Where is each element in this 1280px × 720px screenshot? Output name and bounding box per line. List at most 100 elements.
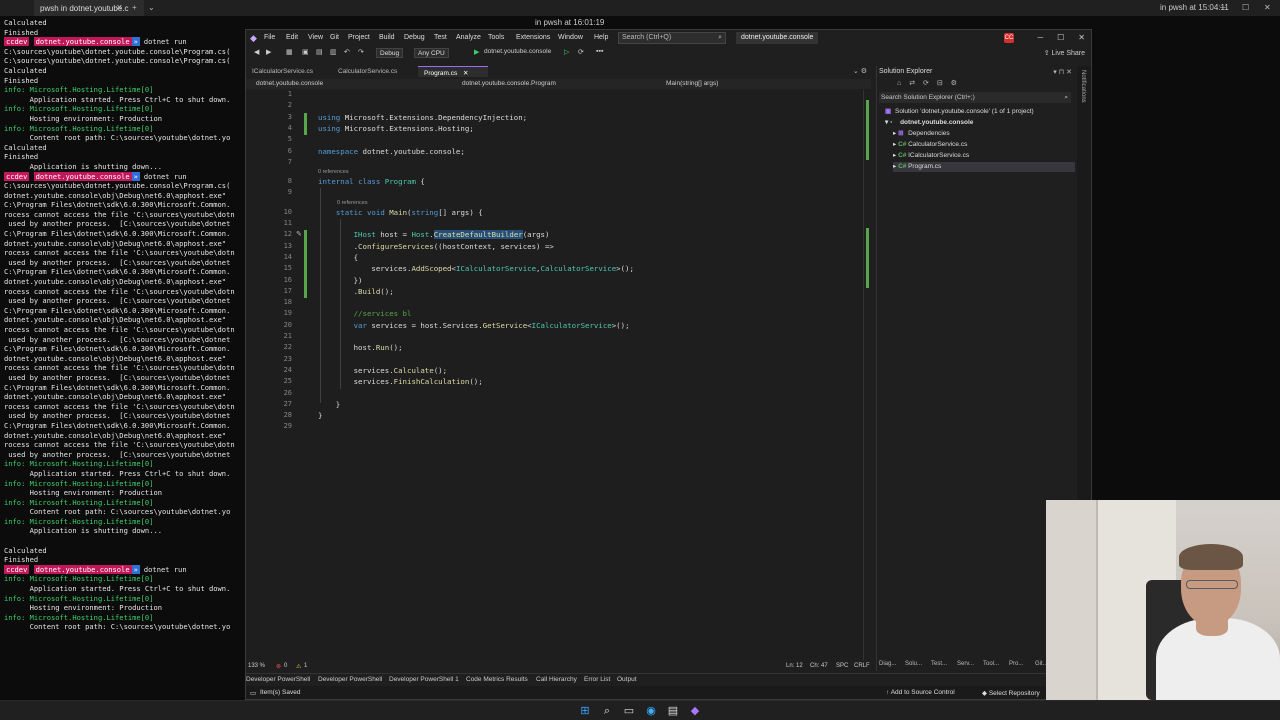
- run-target[interactable]: dotnet.youtube.console: [484, 48, 551, 55]
- file-node-calculatorservice[interactable]: ▸ C# CalculatorService.cs: [893, 140, 967, 150]
- menu-git[interactable]: Git: [330, 34, 339, 41]
- pane-options-icon[interactable]: ▾ ⊓ ✕: [1053, 68, 1072, 76]
- menu-view[interactable]: View: [308, 34, 323, 41]
- code-line[interactable]: .ConfigureServices((hostContext, service…: [318, 242, 554, 251]
- code-line[interactable]: internal class Program {: [318, 177, 425, 186]
- error-icon[interactable]: ⊗: [276, 663, 281, 670]
- search-input[interactable]: Search (Ctrl+Q) ⌕: [618, 32, 726, 44]
- code-line[interactable]: .Build();: [318, 287, 394, 296]
- tab-calculatorservice[interactable]: CalculatorService.cs: [332, 66, 403, 77]
- code-line[interactable]: {: [318, 253, 358, 262]
- terminal-icon[interactable]: ▤: [666, 704, 680, 718]
- user-badge[interactable]: CC: [1004, 33, 1014, 43]
- hot-reload-icon[interactable]: ⟳: [578, 48, 584, 56]
- notifications-label[interactable]: Notifications: [1080, 70, 1086, 103]
- panel-tab-2[interactable]: Test...: [931, 661, 947, 667]
- code-line[interactable]: services.Calculate();: [318, 366, 447, 375]
- run-icon[interactable]: ▶: [474, 48, 479, 56]
- add-to-source-control[interactable]: ↑ Add to Source Control: [886, 689, 955, 696]
- tab-overflow-icon[interactable]: ⌄ ⚙: [853, 67, 867, 75]
- menu-window[interactable]: Window: [558, 34, 583, 41]
- refresh-icon[interactable]: ⟳: [923, 80, 929, 87]
- search-icon[interactable]: ⌕: [600, 704, 614, 718]
- run-without-debug-icon[interactable]: ▷: [564, 48, 569, 56]
- editor-scrollbar[interactable]: [863, 90, 871, 660]
- solution-search-input[interactable]: Search Solution Explorer (Ctrl+;) ⌕: [879, 92, 1071, 103]
- indent-mode[interactable]: SPC: [836, 663, 848, 669]
- chevron-down-icon[interactable]: ⌄: [148, 3, 155, 12]
- menu-debug[interactable]: Debug: [404, 34, 425, 41]
- bottom-tab-developer-powershell[interactable]: Developer PowerShell: [246, 676, 310, 683]
- file-node-icalculatorservice[interactable]: ▸ C# ICalculatorService.cs: [893, 151, 969, 161]
- collapse-icon[interactable]: ⊟: [937, 80, 943, 87]
- code-line[interactable]: using Microsoft.Extensions.DependencyInj…: [318, 113, 527, 122]
- close-tab-icon[interactable]: ✕: [463, 70, 468, 77]
- menu-file[interactable]: File: [264, 34, 275, 41]
- zoom-level[interactable]: 133 %: [248, 663, 265, 669]
- forward-icon[interactable]: ▶: [266, 48, 271, 56]
- new-item-icon[interactable]: ▦: [286, 48, 293, 56]
- terminal-tab[interactable]: pwsh in dotnet.youtube.c: [34, 0, 144, 16]
- bottom-tab-error-list[interactable]: Error List: [584, 676, 610, 683]
- visual-studio-icon[interactable]: ◆: [688, 704, 702, 718]
- bottom-tab-call-hierarchy[interactable]: Call Hierarchy: [536, 676, 577, 683]
- panel-tab-1[interactable]: Solu...: [905, 661, 922, 667]
- save-all-icon[interactable]: ▥: [330, 48, 337, 56]
- close-window-icon[interactable]: ✕: [1264, 3, 1271, 12]
- tools-icon[interactable]: ▪▪▪: [596, 48, 603, 55]
- code-editor[interactable]: 1 2 3 using Microsoft.Extensions.Dependency…: [246, 90, 871, 660]
- menu-extensions[interactable]: Extensions: [516, 34, 550, 41]
- live-share-button[interactable]: ⇪ Live Share: [1044, 49, 1085, 57]
- select-repository[interactable]: ◆ Select Repository: [982, 689, 1040, 697]
- code-line[interactable]: services.FinishCalculation();: [318, 377, 483, 386]
- open-icon[interactable]: ▣: [302, 48, 309, 56]
- minimize-icon[interactable]: ─: [1037, 33, 1043, 42]
- back-icon[interactable]: ◀: [254, 48, 259, 56]
- panel-tab-5[interactable]: Pro...: [1009, 661, 1023, 667]
- menu-analyze[interactable]: Analyze: [456, 34, 481, 41]
- terminal-pane[interactable]: Calculated Finished ccdev dotnet.youtube.c…: [0, 18, 242, 658]
- project-dropdown[interactable]: dotnet.youtube.console: [256, 80, 323, 87]
- task-view-icon[interactable]: ▭: [622, 704, 636, 718]
- bottom-tab-developer-powershell[interactable]: Developer PowerShell: [318, 676, 382, 683]
- code-line[interactable]: namespace dotnet.youtube.console;: [318, 147, 465, 156]
- menu-tools[interactable]: Tools: [488, 34, 504, 41]
- platform-select[interactable]: Any CPU: [414, 48, 449, 58]
- bottom-tab-output[interactable]: Output: [617, 676, 637, 683]
- menu-help[interactable]: Help: [594, 34, 608, 41]
- panel-tab-0[interactable]: Diag...: [879, 661, 896, 667]
- bottom-tab-developer-powershell-1[interactable]: Developer PowerShell 1: [389, 676, 459, 683]
- menu-build[interactable]: Build: [379, 34, 395, 41]
- tab-icalculatorservice[interactable]: ICalculatorService.cs: [246, 66, 319, 77]
- config-select[interactable]: Debug: [376, 48, 404, 58]
- undo-icon[interactable]: ↶: [344, 48, 350, 56]
- close-tab-icon[interactable]: ✕: [116, 3, 123, 12]
- menu-project[interactable]: Project: [348, 34, 370, 41]
- save-icon[interactable]: ▤: [316, 48, 323, 56]
- close-icon[interactable]: ✕: [1078, 33, 1085, 42]
- code-line[interactable]: }: [318, 411, 322, 420]
- file-node-program[interactable]: ▸ C# Program.cs: [893, 162, 1075, 172]
- menu-test[interactable]: Test: [434, 34, 447, 41]
- code-line[interactable]: static void Main(string[] args) {: [318, 208, 483, 217]
- quick-actions-icon[interactable]: ✎: [296, 230, 302, 238]
- code-line[interactable]: host.Run();: [318, 343, 403, 352]
- type-dropdown[interactable]: dotnet.youtube.console.Program: [462, 80, 556, 87]
- code-line[interactable]: var services = host.Services.GetService<…: [318, 321, 630, 330]
- code-line[interactable]: services.AddScoped<ICalculatorService,Ca…: [318, 264, 634, 273]
- codelens-references[interactable]: 0 references: [318, 169, 349, 175]
- edge-browser-icon[interactable]: ◉: [644, 704, 658, 718]
- dependencies-node[interactable]: ▸ ⊞ Dependencies: [893, 129, 950, 139]
- tab-program[interactable]: Program.cs ✕: [418, 66, 488, 77]
- code-line[interactable]: IHost host = Host.CreateDefaultBuilder(a…: [318, 230, 549, 240]
- warning-icon[interactable]: ⚠: [296, 663, 301, 670]
- maximize-icon[interactable]: ☐: [1242, 3, 1249, 12]
- redo-icon[interactable]: ↷: [358, 48, 364, 56]
- code-line[interactable]: using Microsoft.Extensions.Hosting;: [318, 124, 474, 133]
- project-node[interactable]: ▾ ▪ dotnet.youtube.console: [885, 118, 973, 128]
- maximize-icon[interactable]: ☐: [1057, 33, 1064, 42]
- code-line[interactable]: }: [318, 400, 340, 409]
- panel-tab-4[interactable]: Tool...: [983, 661, 999, 667]
- panel-tab-3[interactable]: Serv...: [957, 661, 974, 667]
- solution-node[interactable]: ▣ Solution 'dotnet.youtube.console' (1 of…: [885, 107, 1034, 117]
